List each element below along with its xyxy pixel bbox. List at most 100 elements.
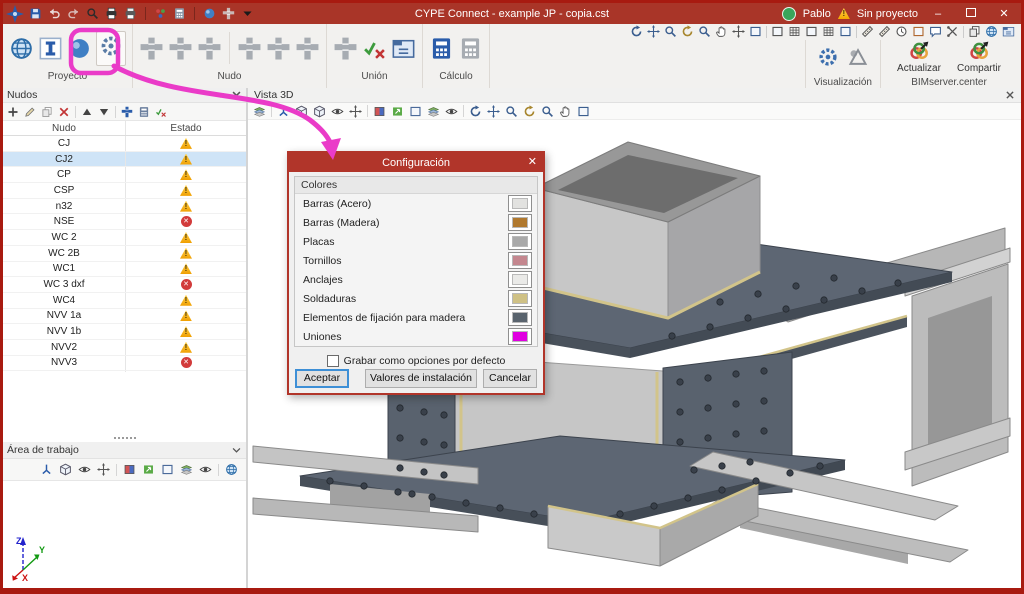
materials-ribbon-icon[interactable]	[67, 36, 92, 61]
configuration-gear-icon[interactable]	[99, 34, 123, 58]
accept-button[interactable]: Aceptar	[295, 369, 349, 388]
view-3d-icon[interactable]	[225, 463, 238, 476]
axis-icon[interactable]	[40, 463, 53, 476]
view-options-icon[interactable]	[817, 46, 839, 68]
cube-icon[interactable]	[59, 463, 72, 476]
table-row[interactable]: WC1	[3, 262, 246, 278]
frame-icon[interactable]	[771, 25, 784, 38]
table-row[interactable]: CP	[3, 167, 246, 183]
web-icon[interactable]	[985, 25, 998, 38]
node-new-icon[interactable]	[139, 36, 164, 61]
film-icon[interactable]	[822, 25, 835, 38]
user-name[interactable]: Pablo	[803, 8, 831, 20]
zoom-out-icon[interactable]	[664, 25, 677, 38]
user-avatar-icon[interactable]	[782, 7, 796, 21]
book-icon[interactable]	[1002, 25, 1015, 38]
close-button[interactable]: ✕	[991, 7, 1017, 20]
color-swatch-button[interactable]	[508, 328, 532, 345]
collapse-panel-icon[interactable]	[215, 90, 226, 101]
redo-icon[interactable]	[67, 7, 80, 20]
project-status[interactable]: Sin proyecto	[857, 8, 918, 20]
shading-icon[interactable]	[142, 463, 155, 476]
installation-values-button[interactable]: Valores de instalación	[365, 369, 477, 388]
save-icon[interactable]	[29, 7, 42, 20]
general-data-icon[interactable]	[9, 36, 34, 61]
table-row[interactable]: NVV3	[3, 356, 246, 372]
pan-icon[interactable]	[715, 25, 728, 38]
snap-icon[interactable]	[805, 25, 818, 38]
table-row[interactable]: NVV 1a	[3, 309, 246, 325]
clip-planes-icon[interactable]	[123, 463, 136, 476]
calculate-icon[interactable]	[429, 36, 454, 61]
edit-node-icon[interactable]	[24, 106, 36, 118]
table-row[interactable]: WC 3 dxf	[3, 277, 246, 293]
maximize-button[interactable]	[958, 8, 984, 20]
search-icon[interactable]	[86, 7, 99, 20]
table-row[interactable]: WC 2	[3, 230, 246, 246]
ruler-icon[interactable]	[861, 25, 874, 38]
zoom-fit-icon[interactable]	[647, 25, 660, 38]
table-row[interactable]: NSE	[3, 214, 246, 230]
move-icon[interactable]	[732, 25, 745, 38]
color-swatch-button[interactable]	[508, 271, 532, 288]
select-screen-icon[interactable]	[749, 25, 762, 38]
minimize-button[interactable]: –	[925, 8, 951, 20]
gizmo-icon[interactable]	[97, 463, 110, 476]
clock-icon[interactable]	[895, 25, 908, 38]
grid-icon[interactable]	[788, 25, 801, 38]
print-preview-icon[interactable]	[124, 7, 137, 20]
move-down-icon[interactable]	[98, 106, 110, 118]
pages-icon[interactable]	[968, 25, 981, 38]
import-node-icon[interactable]	[121, 106, 133, 118]
table-row[interactable]: WC 2B	[3, 246, 246, 262]
delete-node-icon[interactable]	[58, 106, 70, 118]
more-commands-icon[interactable]	[241, 7, 254, 20]
table-row[interactable]: n32	[3, 199, 246, 215]
tools-icon[interactable]	[946, 25, 959, 38]
bim-share-button[interactable]: Compartir	[949, 40, 1009, 74]
node-generate-icon[interactable]	[295, 36, 320, 61]
zoom-window-icon[interactable]	[698, 25, 711, 38]
union-check-icon[interactable]	[362, 36, 387, 61]
copy-node-icon[interactable]	[41, 106, 53, 118]
calculate-node-icon[interactable]	[138, 106, 150, 118]
move-up-icon[interactable]	[81, 106, 93, 118]
check-node-icon[interactable]	[155, 106, 167, 118]
table-row[interactable]: CJ2	[3, 152, 246, 168]
comment-icon[interactable]	[929, 25, 942, 38]
color-swatch-button[interactable]	[508, 214, 532, 231]
close-panel-icon[interactable]	[231, 90, 242, 101]
print-icon[interactable]	[105, 7, 118, 20]
dialog-titlebar[interactable]: Configuración ✕	[289, 153, 543, 172]
undo-icon[interactable]	[48, 7, 61, 20]
rotate-view-icon[interactable]	[630, 25, 643, 38]
eye-orbit-icon[interactable]	[78, 463, 91, 476]
table-row[interactable]: NVV2	[3, 340, 246, 356]
color-swatch-button[interactable]	[508, 195, 532, 212]
node-edit-icon[interactable]	[168, 36, 193, 61]
column-header-estado[interactable]: Estado	[125, 121, 246, 135]
app-logo-icon[interactable]	[5, 5, 25, 23]
color-swatch-button[interactable]	[508, 309, 532, 326]
collapse-workspace-icon[interactable]	[231, 445, 242, 456]
union-node-icon[interactable]	[333, 36, 358, 61]
view-style-icon[interactable]	[847, 46, 869, 68]
screen-icon[interactable]	[839, 25, 852, 38]
node-table-icon[interactable]	[266, 36, 291, 61]
checkbox-label[interactable]: Grabar como opciones por defecto	[344, 355, 506, 367]
sections-icon[interactable]	[38, 36, 63, 61]
cancel-button[interactable]: Cancelar	[483, 369, 537, 388]
window-icon[interactable]	[161, 463, 174, 476]
color-swatch-button[interactable]	[508, 233, 532, 250]
calculator-icon[interactable]	[173, 7, 186, 20]
default-options-checkbox[interactable]	[327, 355, 339, 367]
workspace-3d-view[interactable]: Z Y X	[3, 481, 246, 588]
orbit-icon[interactable]	[681, 25, 694, 38]
node-delete-icon[interactable]	[197, 36, 222, 61]
add-node-icon[interactable]	[7, 106, 19, 118]
layers-icon[interactable]	[180, 463, 193, 476]
table-row[interactable]: CJ	[3, 136, 246, 152]
palette-icon[interactable]	[154, 7, 167, 20]
bim-update-button[interactable]: Actualizar	[889, 40, 949, 74]
column-header-nudo[interactable]: Nudo	[3, 121, 125, 135]
